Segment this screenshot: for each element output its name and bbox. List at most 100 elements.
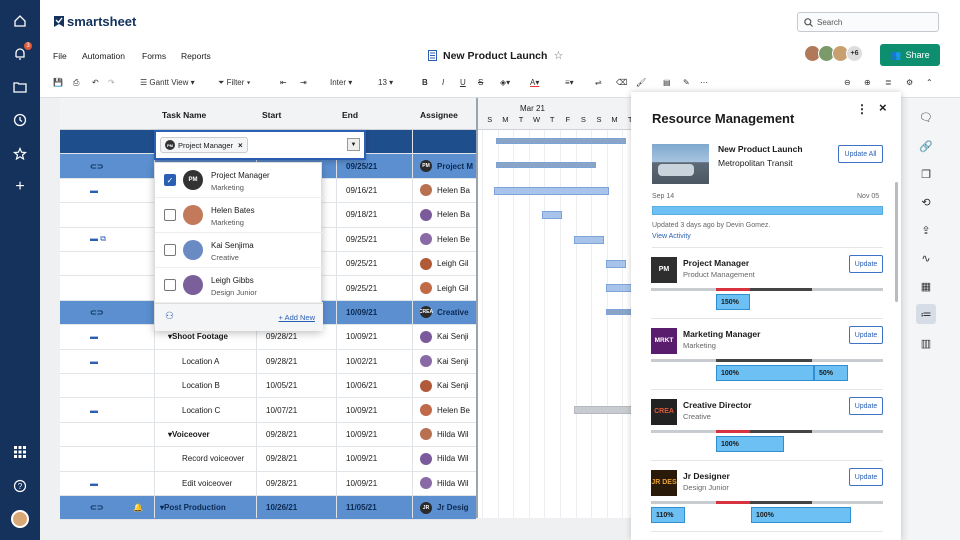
collaborators[interactable]: +6 bbox=[804, 45, 868, 62]
start-date-cell[interactable]: 10/05/21 bbox=[266, 374, 334, 397]
publish-icon[interactable]: ⇪ bbox=[916, 220, 936, 240]
update-button[interactable]: Update bbox=[849, 468, 883, 486]
end-date-cell[interactable]: 10/02/21 bbox=[346, 350, 410, 373]
search-input[interactable]: Search bbox=[797, 12, 939, 32]
text-color-icon[interactable]: A▾ bbox=[530, 78, 539, 87]
underline-icon[interactable]: U bbox=[460, 78, 466, 87]
table-row[interactable]: ▬ Edit voiceover 09/28/21 10/09/21 Hilda Wil bbox=[60, 472, 476, 496]
col-task-name[interactable]: Task Name bbox=[162, 110, 206, 120]
assignee-cell[interactable] bbox=[420, 130, 476, 153]
link-icon[interactable]: ⊂⊃ 🔔 bbox=[90, 496, 150, 519]
undo-icon[interactable]: ↶ bbox=[92, 78, 99, 87]
table-row[interactable]: ▾ Voiceover 09/28/21 10/09/21 Hilda Wil bbox=[60, 423, 476, 448]
bell-icon[interactable]: 3 bbox=[9, 42, 32, 65]
wrap-icon[interactable]: ⇌ bbox=[595, 78, 602, 87]
home-icon[interactable] bbox=[9, 10, 31, 32]
zoom-in-icon[interactable]: ⊕ bbox=[864, 78, 871, 87]
option-checkbox[interactable] bbox=[164, 279, 176, 291]
apps-grid-icon[interactable] bbox=[9, 441, 31, 463]
align-icon[interactable]: ≡▾ bbox=[565, 78, 574, 87]
update-button[interactable]: Update bbox=[849, 255, 883, 273]
gantt-bar[interactable] bbox=[496, 138, 626, 144]
assignee-cell[interactable]: Kai Senji bbox=[420, 325, 476, 348]
font-select[interactable]: Inter ▾ bbox=[330, 78, 352, 87]
clock-icon[interactable] bbox=[9, 109, 31, 131]
assignee-cell[interactable]: CREA Creative bbox=[420, 301, 476, 324]
assignee-cell[interactable]: Helen Be bbox=[420, 398, 476, 421]
chip-remove-icon[interactable]: × bbox=[238, 141, 243, 150]
star-icon[interactable] bbox=[9, 143, 31, 165]
assignee-cell[interactable]: Kai Senji bbox=[420, 374, 476, 397]
dropdown-arrow-icon[interactable]: ▼ bbox=[347, 138, 360, 151]
assignee-select-field[interactable]: PM Project Manager × ▼ bbox=[154, 130, 366, 160]
assignee-cell[interactable]: PM Project M bbox=[420, 154, 476, 177]
menu-reports[interactable]: Reports bbox=[181, 51, 211, 61]
start-date-cell[interactable]: 09/28/21 bbox=[266, 350, 334, 373]
assignee-cell[interactable]: Helen Be bbox=[420, 228, 476, 251]
assignee-option[interactable]: ✓ PM Project Manager Marketing bbox=[155, 163, 323, 198]
card-icon[interactable]: ▤ bbox=[663, 78, 671, 87]
task-name-cell[interactable]: Location B bbox=[182, 374, 272, 397]
end-date-cell[interactable]: 10/09/21 bbox=[346, 472, 410, 495]
start-date-cell[interactable]: 10/26/21 bbox=[266, 496, 334, 519]
clear-format-icon[interactable]: ⌫ bbox=[616, 78, 627, 87]
attachments-icon[interactable]: 🔗 bbox=[916, 136, 936, 156]
add-new-link[interactable]: + Add New bbox=[279, 313, 315, 322]
panel-scrollbar[interactable] bbox=[895, 182, 898, 302]
format-painter-icon[interactable]: 🖌 bbox=[636, 78, 646, 87]
option-checkbox[interactable] bbox=[164, 209, 176, 221]
assignee-option[interactable]: Helen Bates Marketing bbox=[155, 198, 323, 233]
redo-icon[interactable]: ↷ bbox=[108, 78, 115, 87]
start-date-cell[interactable]: 09/28/21 bbox=[266, 423, 334, 446]
end-date-cell[interactable]: 10/09/21 bbox=[346, 447, 410, 470]
print-icon[interactable]: ⎙ bbox=[73, 78, 79, 88]
panel-close-icon[interactable]: × bbox=[879, 100, 887, 115]
table-row[interactable]: ⊂⊃ 🔔 ▾ Post Production 10/26/21 11/05/21 JR J… bbox=[60, 496, 476, 521]
option-checkbox[interactable]: ✓ bbox=[164, 174, 176, 186]
update-button[interactable]: Update bbox=[849, 326, 883, 344]
end-date-cell[interactable]: 10/09/21 bbox=[346, 423, 410, 446]
update-button[interactable]: Update bbox=[849, 397, 883, 415]
task-name-cell[interactable]: ▾ Voiceover bbox=[168, 423, 258, 446]
resource-management-icon[interactable]: ≔ bbox=[916, 304, 936, 324]
link-icon[interactable]: ⊂⊃ bbox=[90, 154, 150, 177]
start-date-cell[interactable]: 09/28/21 bbox=[266, 472, 334, 495]
outdent-icon[interactable]: ⇤ bbox=[280, 78, 287, 87]
help-icon[interactable]: ? bbox=[9, 475, 31, 497]
strikethrough-icon[interactable]: S bbox=[478, 78, 483, 87]
task-name-cell[interactable]: Location C bbox=[182, 398, 272, 421]
assignee-option[interactable]: Leigh Gibbs Design Junior bbox=[155, 268, 323, 303]
bold-icon[interactable]: B bbox=[422, 78, 428, 87]
share-button[interactable]: 👥 Share bbox=[880, 44, 940, 66]
comments-icon[interactable]: 🗨 bbox=[916, 107, 936, 127]
app-logo[interactable]: smartsheet bbox=[54, 14, 136, 29]
table-row[interactable]: Record voiceover 09/28/21 10/09/21 Hilda Wi… bbox=[60, 447, 476, 472]
link-icon[interactable]: ⊂⊃ bbox=[90, 301, 150, 324]
comment-icon[interactable]: ▬ bbox=[90, 179, 150, 202]
gantt-bar[interactable] bbox=[606, 260, 626, 268]
menu-file[interactable]: File bbox=[53, 51, 67, 61]
more-icon[interactable]: ⋯ bbox=[700, 78, 708, 87]
assignee-option[interactable]: Kai Senjima Creative bbox=[155, 233, 323, 268]
comment-icon[interactable]: ▬ ⧉ bbox=[90, 228, 150, 251]
gantt-bar[interactable] bbox=[494, 186, 609, 195]
task-name-cell[interactable]: Location A bbox=[182, 350, 272, 373]
table-row[interactable]: ▬ Location C 10/07/21 10/09/21 Helen Be bbox=[60, 398, 476, 423]
col-start[interactable]: Start bbox=[262, 110, 281, 120]
font-size-select[interactable]: 13 ▾ bbox=[378, 78, 393, 87]
save-icon[interactable]: 💾 bbox=[53, 78, 63, 87]
comment-icon[interactable]: ▬ bbox=[90, 398, 150, 421]
menu-automation[interactable]: Automation bbox=[82, 51, 125, 61]
col-assignee[interactable]: Assignee bbox=[420, 110, 458, 120]
comment-icon[interactable]: ▬ bbox=[90, 325, 150, 348]
fill-color-icon[interactable]: ◈▾ bbox=[500, 78, 510, 87]
assignee-cell[interactable]: Hilda Wil bbox=[420, 423, 476, 446]
baseline-icon[interactable]: ≣ bbox=[885, 78, 892, 87]
end-date-cell[interactable]: 10/06/21 bbox=[346, 374, 410, 397]
favorite-star-icon[interactable]: ☆ bbox=[553, 49, 563, 62]
assignee-cell[interactable]: Helen Ba bbox=[420, 203, 476, 226]
comment-icon[interactable]: ▬ bbox=[90, 350, 150, 373]
reports-chart-icon[interactable]: ▥ bbox=[916, 333, 936, 353]
comment-icon[interactable]: ▬ bbox=[90, 472, 150, 495]
gantt-bar[interactable] bbox=[542, 211, 562, 220]
